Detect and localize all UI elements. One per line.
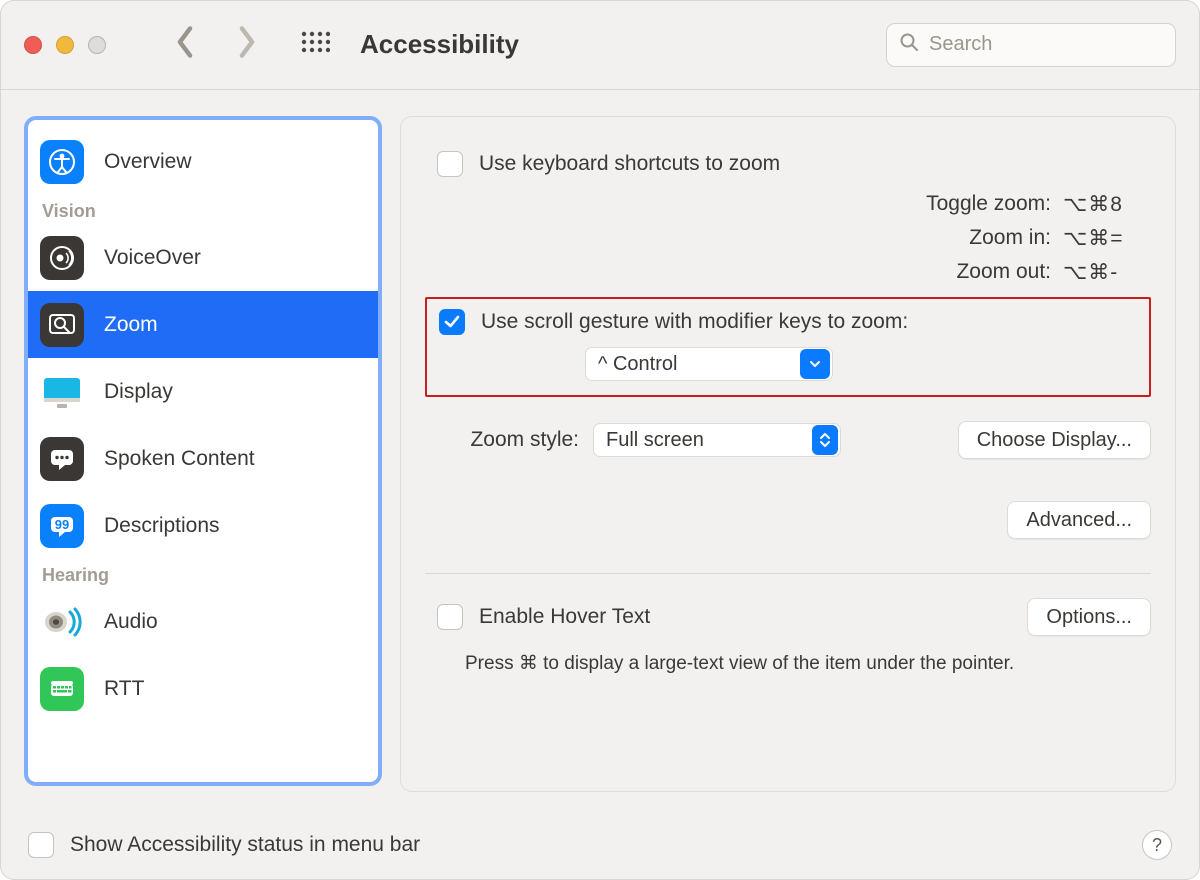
chevron-down-icon [800, 349, 830, 379]
zoom-style-value: Full screen [606, 429, 704, 452]
display-icon [40, 370, 84, 414]
sidebar-heading-vision: Vision [28, 195, 378, 224]
scroll-gesture-label: Use scroll gesture with modifier keys to… [481, 310, 908, 334]
window-title: Accessibility [360, 29, 886, 60]
detail-panel: Use keyboard shortcuts to zoom Toggle zo… [400, 116, 1176, 792]
divider [425, 573, 1151, 574]
toggle-zoom-label: Toggle zoom: [673, 192, 1063, 216]
sidebar-item-label: Display [104, 380, 173, 404]
search-icon [899, 32, 919, 57]
stepper-icon [812, 425, 838, 455]
sidebar-item-display[interactable]: Display [28, 358, 378, 425]
sidebar-item-label: Audio [104, 610, 158, 634]
options-button[interactable]: Options... [1027, 598, 1151, 636]
accessibility-icon [40, 140, 84, 184]
zoom-window-button[interactable] [88, 36, 106, 54]
prefs-window: Accessibility Overview Vision Voic [0, 0, 1200, 880]
titlebar: Accessibility [0, 0, 1200, 90]
descriptions-icon: 99 [40, 504, 84, 548]
toggle-zoom-keys: ⌥⌘8 [1063, 192, 1151, 217]
sidebar-heading-hearing: Hearing [28, 559, 378, 588]
rtt-icon [40, 667, 84, 711]
help-icon: ? [1152, 835, 1162, 856]
help-button[interactable]: ? [1142, 830, 1172, 860]
sidebar-item-label: Descriptions [104, 514, 220, 538]
zoom-style-label: Zoom style: [425, 428, 579, 452]
zoom-out-label: Zoom out: [673, 260, 1063, 284]
advanced-label: Advanced... [1026, 509, 1132, 532]
scroll-gesture-checkbox[interactable] [439, 309, 465, 335]
menu-bar-status-label: Show Accessibility status in menu bar [70, 833, 420, 857]
close-window-button[interactable] [24, 36, 42, 54]
hover-text-label: Enable Hover Text [479, 605, 650, 629]
sidebar-item-audio[interactable]: Audio [28, 588, 378, 655]
sidebar-item-label: Overview [104, 150, 192, 174]
sidebar-item-label: RTT [104, 677, 144, 701]
hover-text-description: Press ⌘ to display a large-text view of … [465, 652, 1151, 675]
body: Overview Vision VoiceOver Zoom Displa [0, 90, 1200, 810]
modifier-key-select[interactable]: ^ Control [585, 347, 833, 381]
all-preferences-button[interactable] [300, 30, 330, 60]
sidebar[interactable]: Overview Vision VoiceOver Zoom Displa [24, 116, 382, 786]
modifier-key-value: ^ Control [598, 353, 677, 376]
sidebar-item-label: Spoken Content [104, 447, 255, 471]
audio-icon [40, 600, 84, 644]
shortcut-list: Toggle zoom: ⌥⌘8 Zoom in: ⌥⌘= Zoom out: … [425, 187, 1151, 289]
keyboard-shortcuts-checkbox[interactable] [437, 151, 463, 177]
nav-arrows [174, 25, 258, 64]
hover-text-checkbox[interactable] [437, 604, 463, 630]
sidebar-item-overview[interactable]: Overview [28, 128, 378, 195]
options-label: Options... [1046, 606, 1132, 629]
advanced-button[interactable]: Advanced... [1007, 501, 1151, 539]
menu-bar-status-checkbox[interactable] [28, 832, 54, 858]
highlight-region: Use scroll gesture with modifier keys to… [425, 297, 1151, 397]
sidebar-item-descriptions[interactable]: 99 Descriptions [28, 492, 378, 559]
zoom-out-keys: ⌥⌘- [1063, 260, 1151, 285]
choose-display-button[interactable]: Choose Display... [958, 421, 1151, 459]
zoom-in-label: Zoom in: [673, 226, 1063, 250]
sidebar-item-voiceover[interactable]: VoiceOver [28, 224, 378, 291]
zoom-in-keys: ⌥⌘= [1063, 226, 1151, 251]
sidebar-item-spoken-content[interactable]: Spoken Content [28, 425, 378, 492]
sidebar-item-rtt[interactable]: RTT [28, 655, 378, 722]
forward-button[interactable] [236, 25, 258, 64]
voiceover-icon [40, 236, 84, 280]
zoom-icon [40, 303, 84, 347]
sidebar-item-label: Zoom [104, 313, 158, 337]
back-button[interactable] [174, 25, 196, 64]
sidebar-item-label: VoiceOver [104, 246, 201, 270]
footer: Show Accessibility status in menu bar ? [0, 810, 1200, 880]
spoken-content-icon [40, 437, 84, 481]
zoom-style-select[interactable]: Full screen [593, 423, 841, 457]
traffic-lights [24, 36, 106, 54]
minimize-window-button[interactable] [56, 36, 74, 54]
search-field[interactable] [886, 23, 1176, 67]
choose-display-label: Choose Display... [977, 429, 1132, 452]
keyboard-shortcuts-label: Use keyboard shortcuts to zoom [479, 152, 780, 176]
search-input[interactable] [927, 32, 1196, 57]
sidebar-item-zoom[interactable]: Zoom [28, 291, 378, 358]
svg-text:99: 99 [55, 517, 69, 532]
